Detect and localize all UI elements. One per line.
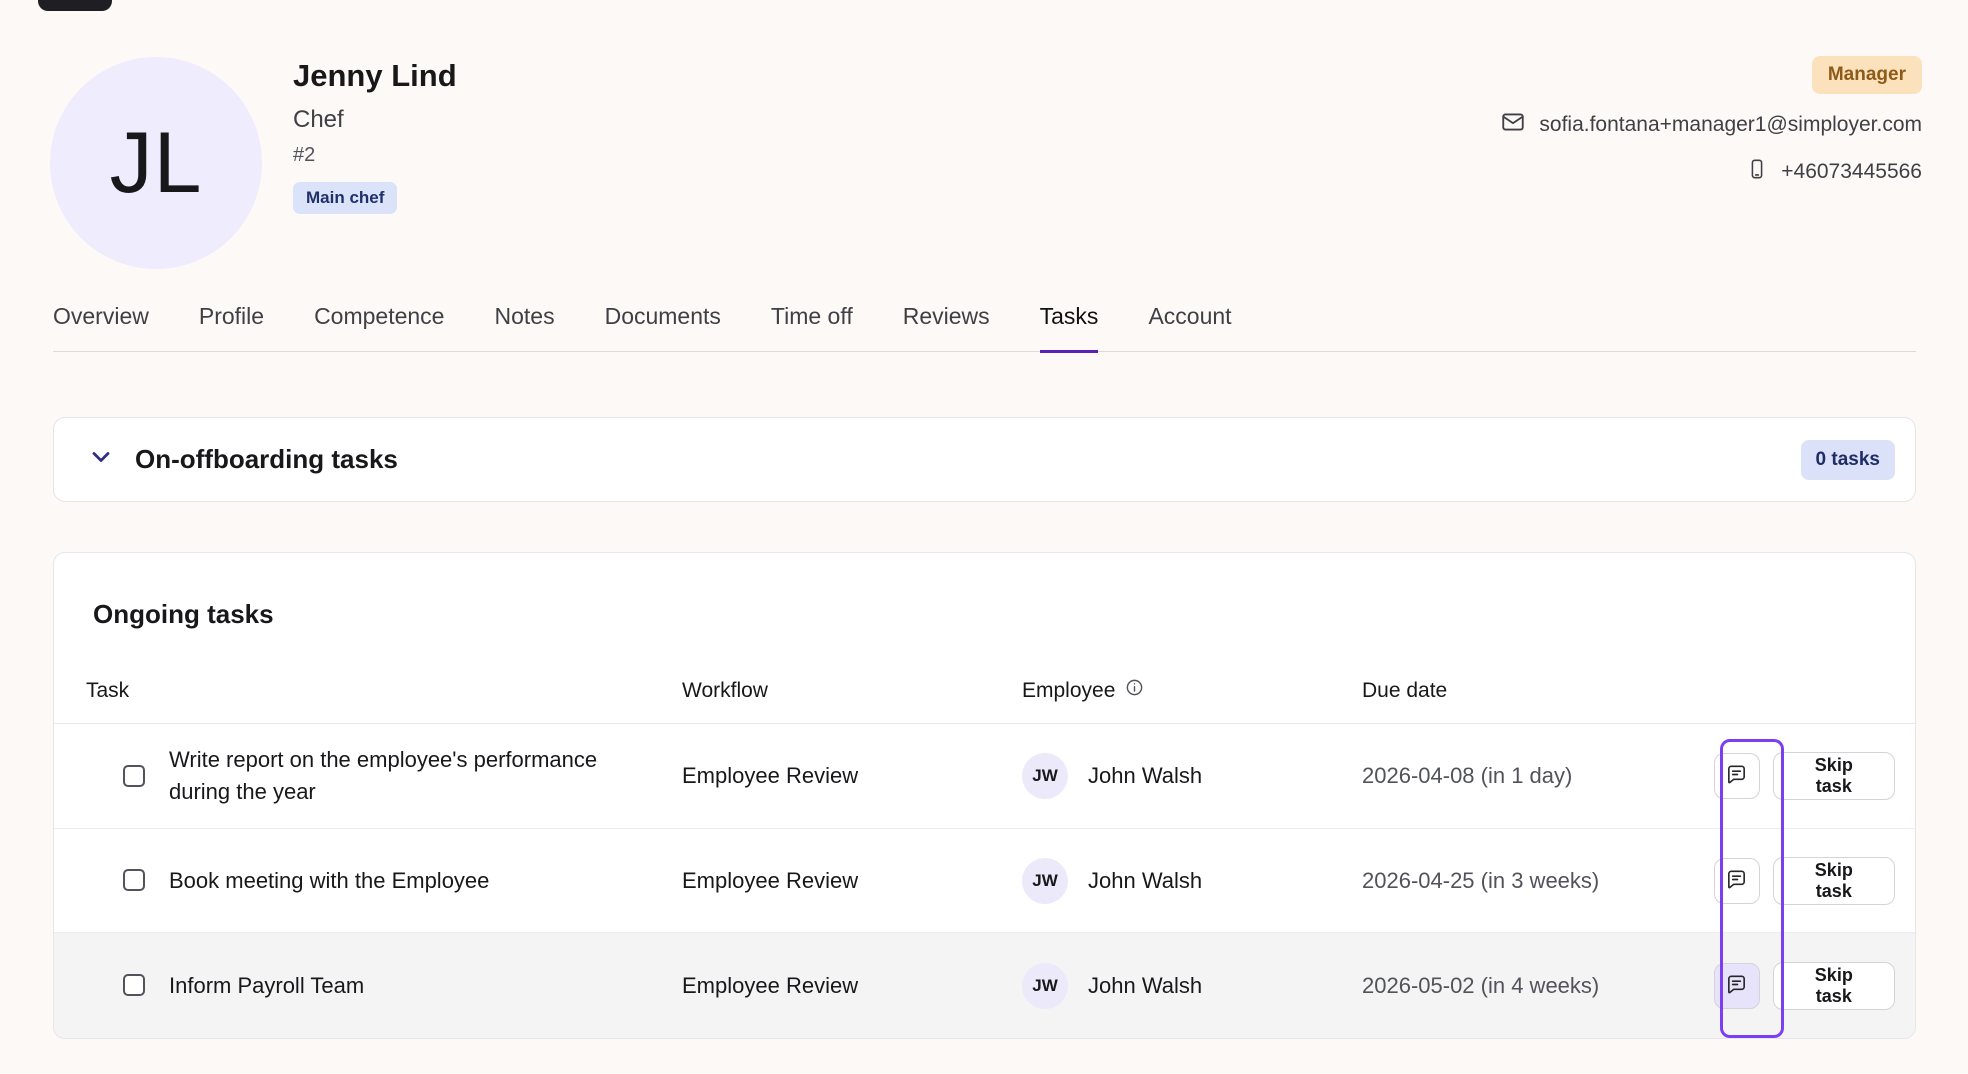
employee-cell: JW John Walsh	[1022, 963, 1362, 1009]
task-cell: Inform Payroll Team	[86, 970, 682, 1002]
mobile-phone-icon	[1746, 156, 1768, 188]
column-header-employee-label: Employee	[1022, 679, 1115, 703]
comment-button[interactable]	[1714, 858, 1760, 904]
workflow-cell: Employee Review	[682, 973, 1022, 999]
tab-time-off[interactable]: Time off	[771, 303, 853, 353]
column-header-workflow: Workflow	[682, 679, 1022, 703]
employee-profile-page: { "header": { "initials": "JL", "name": …	[0, 0, 1968, 1074]
tab-tasks[interactable]: Tasks	[1040, 303, 1099, 353]
ongoing-tasks-title: Ongoing tasks	[54, 553, 1915, 630]
envelope-icon	[1500, 109, 1526, 141]
task-cell: Write report on the employee's performan…	[86, 744, 682, 808]
table-row: Inform Payroll Team Employee Review JW J…	[54, 932, 1915, 1038]
tab-notes[interactable]: Notes	[494, 303, 554, 353]
note-comment-icon	[1725, 763, 1748, 789]
column-header-due-date: Due date	[1362, 679, 1714, 703]
workflow-cell: Employee Review	[682, 763, 1022, 789]
skip-task-button[interactable]: Skip task	[1773, 962, 1895, 1010]
email-text: sofia.fontana+manager1@simployer.com	[1539, 113, 1922, 137]
employee-cell: JW John Walsh	[1022, 753, 1362, 799]
column-header-employee: Employee	[1022, 678, 1362, 703]
comment-button[interactable]	[1714, 963, 1760, 1009]
table-row: Book meeting with the Employee Employee …	[54, 828, 1915, 932]
employee-name: John Walsh	[1088, 973, 1202, 999]
page-title-employee-name: Jenny Lind	[293, 58, 457, 94]
due-date-cell: 2026-04-08 (in 1 day)	[1362, 763, 1714, 789]
info-icon[interactable]	[1125, 678, 1144, 703]
employee-number: #2	[293, 144, 457, 167]
onoffboarding-title: On-offboarding tasks	[135, 444, 398, 475]
task-checkbox[interactable]	[123, 765, 145, 787]
row-actions: Skip task	[1714, 857, 1895, 905]
task-cell: Book meeting with the Employee	[86, 865, 682, 897]
due-date-cell: 2026-05-02 (in 4 weeks)	[1362, 973, 1714, 999]
comment-button[interactable]	[1714, 753, 1760, 799]
note-comment-icon	[1725, 868, 1748, 894]
chevron-down-icon[interactable]	[87, 443, 115, 476]
tab-overview[interactable]: Overview	[53, 303, 149, 353]
row-actions: Skip task	[1714, 962, 1895, 1010]
employee-avatar-small: JW	[1022, 963, 1068, 1009]
task-title: Inform Payroll Team	[169, 970, 364, 1002]
employee-avatar-small: JW	[1022, 858, 1068, 904]
phone-text: +46073445566	[1781, 160, 1922, 184]
employee-role: Chef	[293, 106, 457, 134]
workflow-cell: Employee Review	[682, 868, 1022, 894]
employee-avatar-small: JW	[1022, 753, 1068, 799]
skip-task-button[interactable]: Skip task	[1773, 857, 1895, 905]
employee-cell: JW John Walsh	[1022, 858, 1362, 904]
tab-documents[interactable]: Documents	[605, 303, 721, 353]
ongoing-tasks-section: Ongoing tasks Task Workflow Employee Due…	[53, 552, 1916, 1039]
role-badge: Main chef	[293, 182, 397, 214]
partial-app-logo	[38, 0, 112, 11]
task-checkbox[interactable]	[123, 974, 145, 996]
table-header: Task Workflow Employee Due date	[54, 658, 1915, 724]
tab-profile[interactable]: Profile	[199, 303, 264, 353]
due-date-cell: 2026-04-25 (in 3 weeks)	[1362, 868, 1714, 894]
tab-reviews[interactable]: Reviews	[903, 303, 990, 353]
employee-avatar: JL	[50, 57, 262, 269]
tab-account[interactable]: Account	[1148, 303, 1231, 353]
employee-name: John Walsh	[1088, 868, 1202, 894]
task-checkbox[interactable]	[123, 869, 145, 891]
note-comment-icon	[1725, 973, 1748, 999]
email-row: sofia.fontana+manager1@simployer.com	[1500, 109, 1922, 141]
skip-task-button[interactable]: Skip task	[1773, 752, 1895, 800]
employee-identity: Jenny Lind Chef #2 Main chef	[293, 58, 457, 214]
task-title: Book meeting with the Employee	[169, 865, 489, 897]
avatar-initials: JL	[110, 114, 203, 213]
contact-info: Manager sofia.fontana+manager1@simployer…	[1500, 56, 1922, 188]
task-title: Write report on the employee's performan…	[169, 744, 639, 808]
phone-row: +46073445566	[1746, 156, 1922, 188]
tab-competence[interactable]: Competence	[314, 303, 444, 353]
column-header-task: Task	[86, 679, 682, 703]
employee-name: John Walsh	[1088, 763, 1202, 789]
task-count-badge: 0 tasks	[1801, 440, 1895, 480]
profile-tab-bar: Overview Profile Competence Notes Docume…	[53, 303, 1916, 352]
manager-badge: Manager	[1812, 56, 1922, 94]
table-row: Write report on the employee's performan…	[54, 724, 1915, 828]
row-actions: Skip task	[1714, 752, 1895, 800]
onoffboarding-section[interactable]: On-offboarding tasks 0 tasks	[53, 417, 1916, 502]
